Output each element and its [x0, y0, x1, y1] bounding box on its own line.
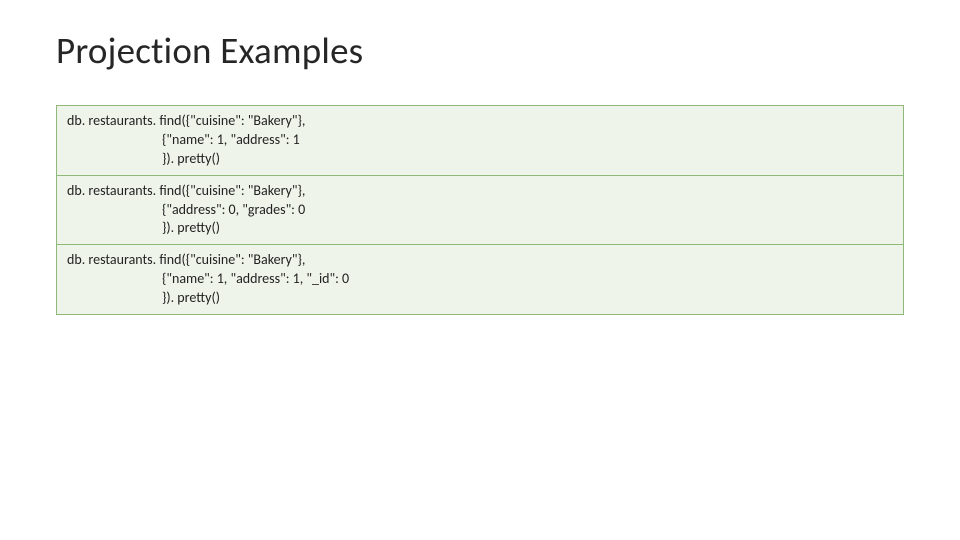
code-line: }). pretty(): [67, 219, 220, 236]
code-line: db. restaurants. find({"cuisine": "Baker…: [67, 251, 305, 268]
table-row: db. restaurants. find({"cuisine": "Baker…: [57, 245, 904, 315]
code-line: db. restaurants. find({"cuisine": "Baker…: [67, 112, 305, 129]
code-block: db. restaurants. find({"cuisine": "Baker…: [67, 182, 893, 239]
code-block: db. restaurants. find({"cuisine": "Baker…: [67, 112, 893, 169]
code-cell: db. restaurants. find({"cuisine": "Baker…: [57, 175, 904, 245]
code-line: db. restaurants. find({"cuisine": "Baker…: [67, 182, 305, 199]
slide: Projection Examples db. restaurants. fin…: [0, 0, 960, 540]
examples-table: db. restaurants. find({"cuisine": "Baker…: [56, 105, 904, 315]
code-cell: db. restaurants. find({"cuisine": "Baker…: [57, 106, 904, 176]
table-row: db. restaurants. find({"cuisine": "Baker…: [57, 106, 904, 176]
code-line: {"name": 1, "address": 1: [67, 131, 300, 148]
code-line: {"name": 1, "address": 1, "_id": 0: [67, 270, 349, 287]
page-title: Projection Examples: [56, 28, 904, 73]
code-line: }). pretty(): [67, 150, 220, 167]
code-line: }). pretty(): [67, 289, 220, 306]
code-line: {"address": 0, "grades": 0: [67, 201, 305, 218]
table-row: db. restaurants. find({"cuisine": "Baker…: [57, 175, 904, 245]
code-cell: db. restaurants. find({"cuisine": "Baker…: [57, 245, 904, 315]
code-block: db. restaurants. find({"cuisine": "Baker…: [67, 251, 893, 308]
